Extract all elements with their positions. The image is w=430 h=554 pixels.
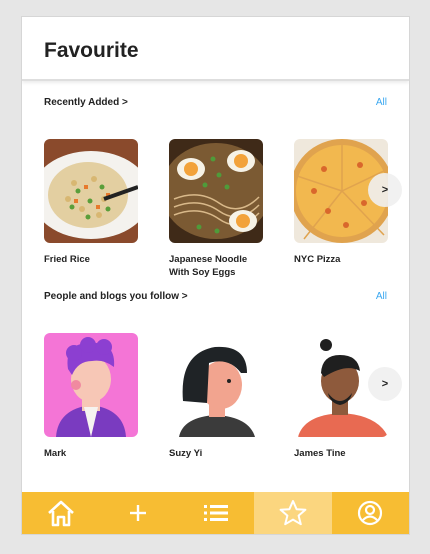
recipe-card-fried-rice[interactable]: Fried Rice — [44, 139, 138, 266]
tab-list[interactable] — [177, 492, 254, 534]
noodle-image — [169, 139, 263, 243]
list-icon — [203, 505, 228, 521]
person-label: Suzy Yi — [169, 448, 203, 459]
tab-add[interactable] — [99, 492, 176, 534]
recently-added-next-button[interactable]: > — [368, 173, 402, 207]
recipe-label: Japanese Noodle With Soy Eggs — [169, 254, 248, 278]
fried-rice-image — [44, 139, 138, 243]
tab-home[interactable] — [22, 492, 99, 534]
recently-added-all-link[interactable]: All — [376, 97, 387, 108]
recipe-card-japanese-noodle[interactable]: Japanese Noodle With Soy Eggs — [169, 139, 263, 279]
suzy-avatar — [169, 333, 263, 437]
recipe-label: NYC Pizza — [294, 254, 341, 265]
person-label: James Tine — [294, 448, 346, 459]
recently-added-title[interactable]: Recently Added > — [44, 97, 128, 108]
profile-icon — [358, 500, 383, 526]
recipe-label: Fried Rice — [44, 254, 90, 265]
people-next-button[interactable]: > — [368, 367, 402, 401]
people-blogs-all-link[interactable]: All — [376, 291, 387, 302]
tab-profile[interactable] — [332, 492, 409, 534]
home-icon — [47, 500, 74, 527]
page-title: Favourite — [44, 39, 139, 62]
star-icon — [279, 500, 307, 526]
person-card-suzy-yi[interactable]: Suzy Yi — [169, 333, 263, 460]
bottom-tab-bar — [22, 492, 409, 534]
header: Favourite — [22, 17, 409, 81]
person-label: Mark — [44, 448, 67, 459]
people-blogs-title[interactable]: People and blogs you follow > — [44, 291, 188, 302]
plus-icon — [130, 505, 147, 521]
mark-avatar — [44, 333, 138, 437]
app-screen: Favourite Recently Added > All Fried Ric… — [22, 17, 409, 534]
person-card-mark[interactable]: Mark — [44, 333, 138, 460]
tab-favourites[interactable] — [254, 492, 332, 534]
